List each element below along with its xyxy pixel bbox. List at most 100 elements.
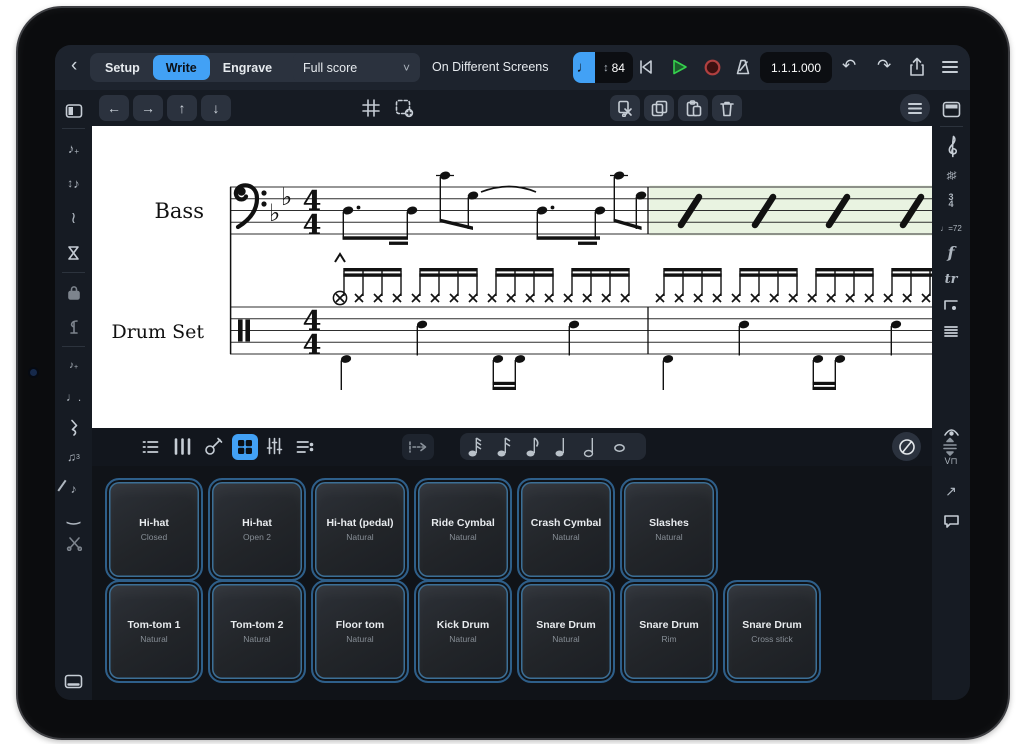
panel-comments[interactable] [932, 510, 970, 532]
panel-repeats[interactable] [932, 294, 970, 316]
trill-icon: tr [945, 272, 958, 287]
tab-write[interactable]: Write [153, 55, 210, 80]
right-panel-toggle[interactable] [932, 98, 970, 120]
tab-engrave[interactable]: Engrave [210, 55, 285, 80]
bass-time-signature: 44 [303, 186, 322, 241]
duration-8th[interactable] [518, 433, 547, 460]
insert-mode-tool[interactable] [55, 316, 92, 338]
pad-ride-cymbal[interactable]: Ride Cymbal Natural [414, 478, 512, 581]
tuplet-tool[interactable]: ♫3 [55, 446, 92, 468]
no-input-button[interactable] [892, 432, 921, 461]
rewind-icon [636, 58, 656, 76]
tab-setup[interactable]: Setup [92, 55, 153, 80]
panel-ornaments[interactable]: tr [932, 268, 970, 290]
panel-tab-mixer[interactable] [266, 437, 283, 455]
pad-hihat-pedal[interactable]: Hi-hat (pedal) Natural [311, 478, 409, 581]
left-panel-toggle[interactable] [55, 100, 92, 122]
pad-crash-cymbal[interactable]: Crash Cymbal Natural [517, 478, 615, 581]
panel-clefs[interactable] [932, 135, 970, 157]
view-options-button[interactable] [900, 94, 930, 122]
panel-time-signatures[interactable]: 34 [932, 190, 970, 212]
share-button[interactable] [908, 57, 926, 77]
pad-name: Tom-tom 2 [231, 619, 284, 631]
rest-tool[interactable] [55, 416, 92, 438]
keyboard-toggle[interactable] [55, 670, 92, 692]
nav-left-button[interactable]: ← [99, 95, 129, 121]
panel-tab-options[interactable] [296, 440, 314, 454]
back-button[interactable]: ‹ [71, 55, 77, 77]
panel-lines[interactable]: ↗ [932, 480, 970, 502]
pad-tomtom-1[interactable]: Tom-tom 1 Natural [105, 580, 203, 683]
scissors-tool[interactable] [55, 532, 92, 554]
pad-floor-tom[interactable]: Floor tom Natural [311, 580, 409, 683]
transpose-tool[interactable]: ↕♪ [55, 172, 92, 194]
play-button[interactable] [671, 59, 689, 80]
duration-quarter[interactable] [547, 433, 576, 460]
tie-tool[interactable]: ‿ [55, 505, 92, 527]
record-icon [704, 59, 721, 76]
pad-snare-cross-stick[interactable]: Snare Drum Cross stick [723, 580, 821, 683]
grace-slash-tool[interactable]: ♪ [55, 478, 92, 500]
add-notes-tool[interactable]: ♪+ [55, 137, 92, 159]
extend-selection-button[interactable] [402, 434, 434, 460]
panel-tab-drum-pads[interactable] [232, 434, 258, 460]
panel-tab-instruments[interactable] [142, 440, 159, 454]
record-button[interactable] [704, 59, 721, 81]
rail-divider [940, 126, 963, 127]
respell-tool[interactable] [55, 242, 92, 264]
pad-snare-rim[interactable]: Snare Drum Rim [620, 580, 718, 683]
back-chevron-icon: ‹ [71, 55, 77, 76]
hihat-notes[interactable] [333, 254, 932, 305]
top-toolbar: ‹ Setup Write Engrave Play Full score ˅ … [55, 45, 970, 90]
copy-button[interactable] [644, 95, 674, 121]
grace-note-tool[interactable]: ♪+ [55, 354, 92, 376]
panel-tab-fretboard[interactable] [204, 437, 223, 456]
nav-right-button[interactable]: → [133, 95, 163, 121]
quarter-rest-icon [69, 419, 79, 436]
arpeggio-tool[interactable]: ≀ [55, 207, 92, 229]
pad-snare-natural[interactable]: Snare Drum Natural [517, 580, 615, 683]
nav-up-button[interactable]: ↑ [167, 95, 197, 121]
panel-key-signatures[interactable]: ♯♯ [932, 165, 970, 187]
pad-hihat-open2[interactable]: Hi-hat Open 2 [208, 478, 306, 581]
add-bars-button[interactable] [395, 99, 414, 118]
panel-tempo[interactable]: ♩=72 [932, 217, 970, 239]
panel-tab-piano[interactable] [173, 438, 192, 455]
panel-dynamics[interactable]: f [932, 241, 970, 263]
rewind-button[interactable] [636, 58, 656, 76]
grid-button[interactable] [362, 99, 380, 117]
duration-whole[interactable] [605, 433, 634, 460]
duration-half[interactable] [576, 433, 605, 460]
duration-32nd[interactable] [460, 433, 489, 460]
nav-down-button[interactable]: ↓ [201, 95, 231, 121]
undo-button[interactable]: ↶ [842, 56, 856, 76]
layout-dropdown[interactable]: Full score ˅ [293, 53, 420, 82]
paste-icon [685, 100, 702, 117]
tempo-stepper-icon[interactable]: ↕ [603, 62, 609, 74]
bowing-marks-icon: V⊓ [944, 456, 957, 467]
redo-button[interactable]: ↷ [877, 56, 891, 76]
panel-resize-handle[interactable] [942, 437, 958, 457]
panel-bars[interactable] [932, 320, 970, 342]
drum-staff-lines [230, 307, 932, 354]
lock-tool[interactable] [55, 281, 92, 303]
note-32nd-icon [466, 435, 483, 458]
score-area[interactable]: Bass Drum Set ♭ ♭ 44 44 [92, 126, 932, 428]
staff-label-drum-set[interactable]: Drum Set [111, 321, 204, 343]
tempo-widget[interactable]: ♩ ↕ 84 [573, 52, 633, 83]
dynamics-f-icon: f [948, 243, 955, 262]
scissors-icon [66, 536, 82, 551]
pad-hihat-closed[interactable]: Hi-hat Closed [105, 478, 203, 581]
menu-button[interactable] [941, 60, 959, 74]
pad-slashes[interactable]: Slashes Natural [620, 478, 718, 581]
cut-icon [617, 100, 634, 117]
pad-tomtom-2[interactable]: Tom-tom 2 Natural [208, 580, 306, 683]
cut-button[interactable] [610, 95, 640, 121]
staff-label-bass[interactable]: Bass [154, 199, 204, 223]
dotted-note-tool[interactable]: ♩. [55, 386, 92, 408]
duration-16th[interactable] [489, 433, 518, 460]
metronome-button[interactable] [734, 58, 752, 76]
paste-button[interactable] [678, 95, 708, 121]
pad-kick-drum[interactable]: Kick Drum Natural [414, 580, 512, 683]
delete-button[interactable] [712, 95, 742, 121]
